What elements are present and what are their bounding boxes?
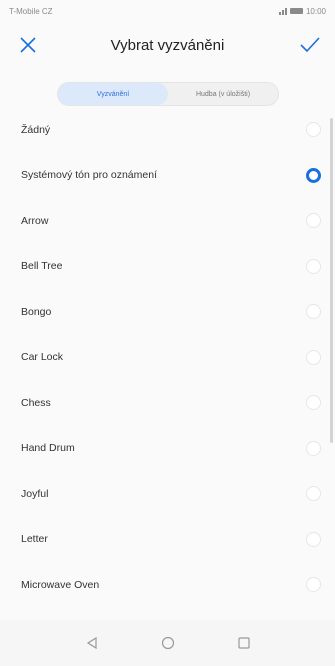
ringtone-label: Bongo	[21, 305, 52, 318]
tab-ringtones[interactable]: Vyzvánění	[58, 83, 168, 105]
list-item[interactable]: Žádný	[0, 107, 335, 153]
radio-button[interactable]	[306, 258, 321, 274]
radio-button-selected[interactable]	[306, 167, 321, 183]
ringtone-label: Joyful	[21, 487, 49, 500]
ringtone-label: Microwave Oven	[21, 578, 100, 591]
list-item[interactable]: Hand Drum	[0, 426, 335, 472]
tab-switcher: Vyzvánění Hudba (v úložišti)	[57, 82, 279, 106]
status-time: 10:00	[305, 6, 326, 16]
carrier-label: T-Mobile CZ	[9, 6, 53, 16]
ringtone-label: Hand Drum	[21, 442, 75, 455]
home-button[interactable]	[160, 635, 176, 651]
radio-button[interactable]	[306, 577, 321, 593]
close-button[interactable]	[18, 35, 38, 55]
ringtone-label: Car Lock	[21, 351, 64, 364]
close-icon	[20, 37, 36, 53]
radio-button[interactable]	[306, 440, 321, 456]
page-title: Vybrat vyzváněni	[110, 36, 225, 54]
recents-button[interactable]	[236, 635, 252, 651]
list-item[interactable]: Letter	[0, 517, 335, 563]
list-item[interactable]: Bongo	[0, 289, 335, 335]
radio-button[interactable]	[306, 213, 321, 229]
tab-music-storage[interactable]: Hudba (v úložišti)	[168, 83, 278, 105]
list-item[interactable]: Car Lock	[0, 335, 335, 381]
signal-icon	[278, 7, 287, 15]
ringtone-label: Systémový tón pro oznámení	[21, 169, 157, 182]
ringtone-label: Arrow	[21, 214, 49, 227]
ringtone-label: Bell Tree	[21, 260, 63, 273]
back-button[interactable]	[84, 635, 100, 651]
radio-button[interactable]	[306, 531, 321, 547]
ringtone-label: Chess	[21, 396, 51, 409]
scrollbar[interactable]	[330, 118, 333, 443]
list-item[interactable]: Arrow	[0, 198, 335, 244]
list-item[interactable]: Systémový tón pro oznámení	[0, 153, 335, 199]
radio-button[interactable]	[306, 349, 321, 365]
ringtone-label: Letter	[21, 533, 48, 546]
list-item[interactable]: Microwave Oven	[0, 562, 335, 608]
radio-button[interactable]	[306, 486, 321, 502]
radio-button[interactable]	[306, 304, 321, 320]
recents-square-icon	[237, 637, 250, 649]
radio-button[interactable]	[306, 122, 321, 138]
list-item[interactable]: Chess	[0, 380, 335, 426]
back-triangle-icon	[86, 636, 97, 650]
confirm-button[interactable]	[299, 35, 321, 55]
status-indicators: 10:00	[278, 6, 326, 16]
title-bar: Vybrat vyzváněni	[0, 22, 335, 68]
battery-icon	[289, 8, 303, 14]
radio-button[interactable]	[306, 395, 321, 411]
ringtone-label: Žádný	[21, 123, 51, 136]
navigation-bar	[0, 620, 335, 666]
list-item[interactable]: Bell Tree	[0, 244, 335, 290]
list-item[interactable]: Joyful	[0, 471, 335, 517]
checkmark-icon	[300, 37, 320, 53]
ringtone-list: Žádný Systémový tón pro oznámení Arrow B…	[0, 107, 335, 608]
home-circle-icon	[161, 636, 174, 650]
status-bar: T-Mobile CZ 10:00	[0, 0, 335, 22]
